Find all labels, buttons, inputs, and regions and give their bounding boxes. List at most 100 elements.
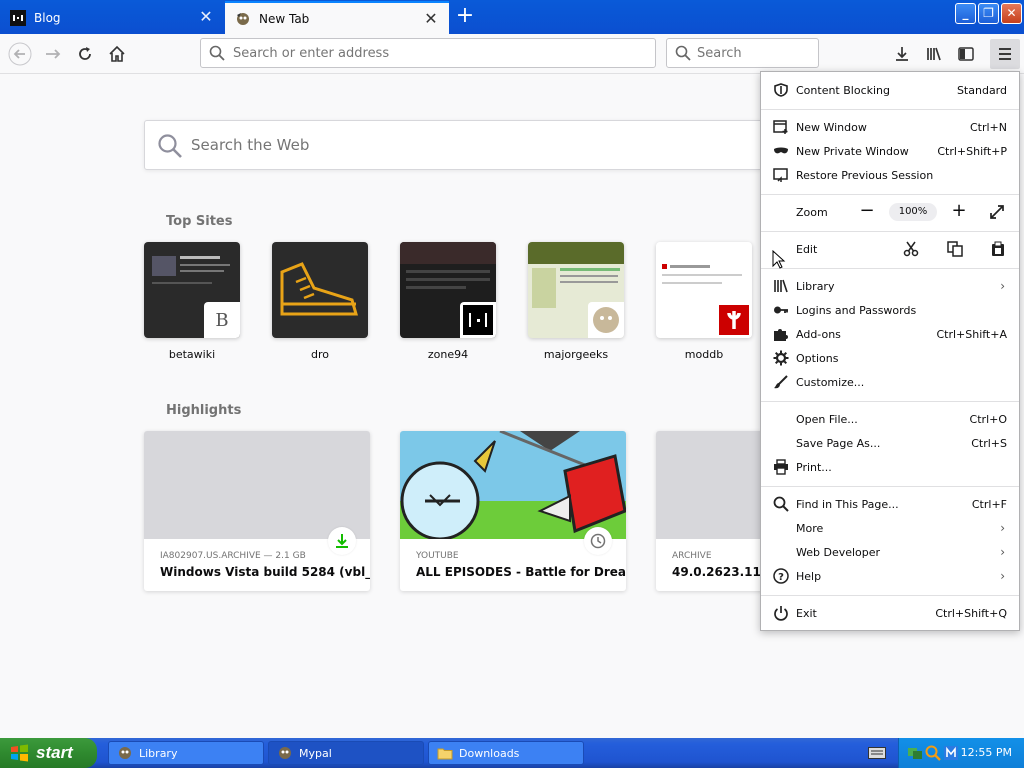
open-menu-button[interactable]	[990, 39, 1020, 69]
library-icon	[773, 278, 789, 294]
clock: 12:55 PM	[960, 746, 1012, 759]
close-tab-icon[interactable]: ✕	[198, 9, 214, 25]
search-tray-icon[interactable]	[925, 745, 941, 761]
menu-item-new-private-window[interactable]: New Private Window Ctrl+Shift+P	[761, 140, 1019, 162]
downloads-button[interactable]	[890, 42, 914, 66]
menu-item-exit[interactable]: Exit Ctrl+Shift+Q	[761, 602, 1019, 624]
taskbar-item-downloads[interactable]: Downloads	[428, 741, 584, 765]
tab-blog[interactable]: Blog ✕	[0, 1, 224, 34]
library-button[interactable]	[922, 42, 946, 66]
forward-arrow-icon	[46, 49, 61, 59]
site-badge	[588, 302, 624, 338]
sidebar-button[interactable]	[954, 42, 978, 66]
web-search-input[interactable]	[191, 136, 385, 154]
highlights-heading: Highlights	[166, 403, 242, 418]
close-window-button[interactable]: ✕	[1001, 3, 1022, 24]
menu-item-restore-session[interactable]: Restore Previous Session	[761, 164, 1019, 186]
menu-item-addons[interactable]: Add-ons Ctrl+Shift+A	[761, 323, 1019, 345]
highlight-card[interactable]: IA802907.US.ARCHIVE — 2.1 GB Windows Vis…	[144, 431, 370, 591]
top-site-tile[interactable]: dro	[272, 242, 368, 361]
search-bar[interactable]	[666, 38, 819, 68]
menu-item-print[interactable]: Print...	[761, 456, 1019, 478]
chevron-right-icon: ›	[1000, 521, 1005, 535]
reload-button[interactable]	[73, 42, 97, 66]
gear-icon	[773, 350, 789, 366]
site-badge	[460, 302, 496, 338]
menu-item-content-blocking[interactable]: Content Blocking Standard	[761, 79, 1019, 101]
zoom-reset-button[interactable]: 100%	[889, 203, 937, 221]
top-site-tile[interactable]: moddb	[656, 242, 752, 361]
top-site-tile[interactable]: zone94	[400, 242, 496, 361]
start-button[interactable]: start	[0, 738, 97, 768]
card-source: ARCHIVE	[672, 551, 712, 561]
app-tray-icon[interactable]	[943, 745, 959, 761]
private-mask-icon	[773, 143, 789, 159]
folder-icon	[437, 748, 453, 760]
back-button[interactable]	[8, 42, 32, 66]
menu-item-logins[interactable]: Logins and Passwords	[761, 299, 1019, 321]
browser-app-icon	[119, 747, 131, 759]
mouse-cursor-icon	[772, 250, 786, 269]
top-site-tile[interactable]: B betawiki	[144, 242, 240, 361]
card-source: YOUTUBE	[416, 551, 459, 561]
zoom-in-button[interactable]: +	[949, 201, 969, 223]
copy-icon[interactable]	[947, 241, 963, 260]
search-input[interactable]	[697, 45, 818, 61]
majorgeeks-favicon-icon	[593, 307, 619, 333]
zone94-favicon-icon	[463, 305, 493, 335]
system-tray: 12:55 PM	[898, 738, 1024, 768]
menu-separator	[761, 486, 1019, 487]
site-thumbnail	[272, 242, 368, 338]
network-tray-icon[interactable]	[907, 745, 923, 761]
menu-item-customize[interactable]: Customize...	[761, 371, 1019, 393]
new-tab-plus-icon[interactable]: +	[454, 5, 476, 28]
minimize-button[interactable]: _	[955, 3, 976, 24]
paintbrush-icon	[773, 374, 789, 390]
close-tab-icon[interactable]: ✕	[423, 11, 439, 27]
site-badge	[716, 302, 752, 338]
menu-item-save-page[interactable]: Save Page As... Ctrl+S	[761, 432, 1019, 454]
forward-button[interactable]	[41, 42, 65, 66]
menu-item-options[interactable]: Options	[761, 347, 1019, 369]
web-search-box[interactable]	[144, 120, 784, 170]
menu-item-new-window[interactable]: New Window Ctrl+N	[761, 116, 1019, 138]
card-title: 49.0.2623.112 C	[672, 565, 766, 579]
maximize-button[interactable]: ❐	[978, 3, 999, 24]
menu-item-web-developer[interactable]: Web Developer ›	[761, 541, 1019, 563]
top-site-tile[interactable]: majorgeeks	[528, 242, 624, 361]
fullscreen-icon[interactable]	[989, 204, 1005, 223]
new-window-icon	[773, 119, 789, 135]
svg-text:?: ?	[778, 572, 784, 583]
cut-icon[interactable]	[903, 241, 919, 260]
highlight-card[interactable]: YOUTUBE ALL EPISODES - Battle for Drea..…	[400, 431, 626, 591]
keyboard-icon[interactable]	[868, 747, 886, 762]
site-name: majorgeeks	[543, 348, 609, 361]
search-icon	[157, 133, 183, 162]
url-bar[interactable]	[200, 38, 656, 68]
home-button[interactable]	[105, 42, 129, 66]
highlight-card[interactable]: ARCHIVE 49.0.2623.112 C	[656, 431, 766, 591]
key-icon	[773, 302, 789, 318]
navigation-toolbar	[0, 34, 1024, 74]
menu-item-library[interactable]: Library ›	[761, 275, 1019, 297]
site-name: betawiki	[168, 348, 216, 361]
reload-icon	[79, 47, 91, 60]
library-icon	[927, 47, 941, 61]
menu-item-open-file[interactable]: Open File... Ctrl+O	[761, 408, 1019, 430]
search-icon	[773, 496, 789, 512]
menu-item-help[interactable]: ? Help ›	[761, 565, 1019, 587]
taskbar-item-library[interactable]: Library	[108, 741, 264, 765]
site-name: moddb	[684, 348, 724, 361]
tab-new-tab[interactable]: New Tab ✕	[225, 1, 449, 34]
menu-item-more[interactable]: More ›	[761, 517, 1019, 539]
site-thumbnail: B	[144, 242, 240, 338]
top-sites-heading: Top Sites	[166, 214, 233, 229]
url-input[interactable]	[233, 45, 655, 61]
zoom-out-button[interactable]: −	[857, 201, 877, 223]
menu-item-find[interactable]: Find in This Page... Ctrl+F	[761, 493, 1019, 515]
card-image	[144, 431, 370, 539]
taskbar-item-mypal[interactable]: Mypal	[268, 741, 424, 765]
paste-icon[interactable]	[990, 241, 1006, 260]
menu-separator	[761, 194, 1019, 195]
site-name: zone94	[427, 348, 469, 361]
